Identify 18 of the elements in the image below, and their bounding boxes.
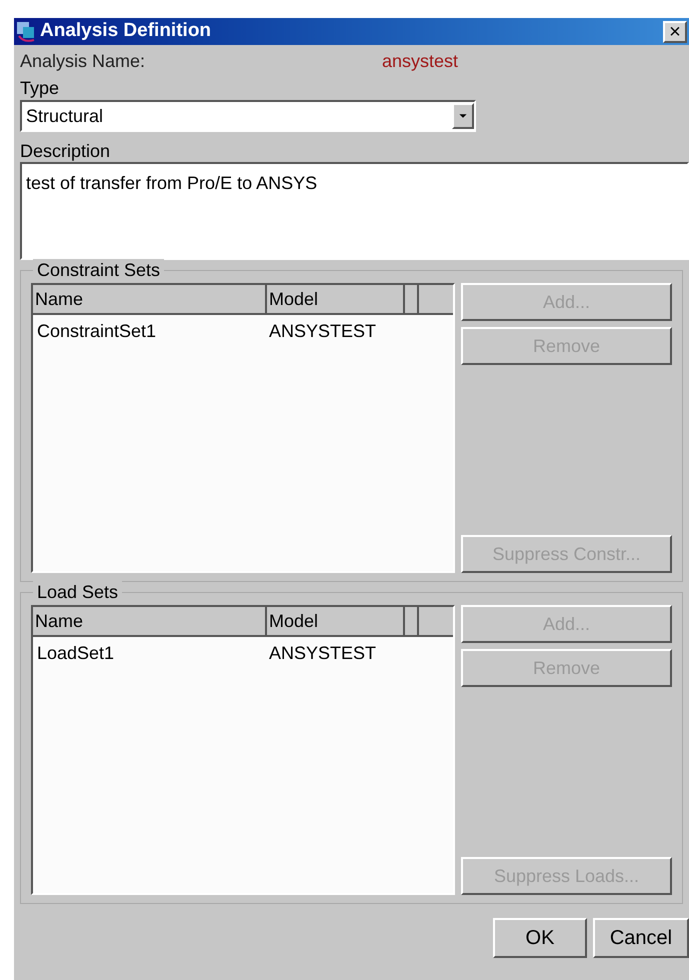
description-field[interactable]: test of transfer from Pro/E to ANSYS — [20, 162, 689, 260]
table-cell-text: ANSYSTEST — [268, 320, 378, 342]
close-button[interactable]: × — [663, 20, 687, 42]
analysis-name-value: ansystest — [382, 50, 458, 73]
type-dropdown[interactable]: Structural — [20, 100, 476, 132]
field-label: Analysis Name: — [20, 50, 146, 73]
field-label: Description — [19, 140, 112, 162]
table-cell-text: ANSYSTEST — [268, 642, 378, 664]
dialog-button[interactable]: OK — [493, 918, 587, 958]
window-title: Analysis Definition — [40, 19, 212, 44]
column-header[interactable]: Name — [33, 607, 267, 635]
field-label: Type — [19, 77, 60, 99]
table-cell-text: ConstraintSet1 — [36, 320, 158, 342]
column-header[interactable]: Name — [33, 285, 267, 313]
dialog-button[interactable]: Cancel — [593, 918, 689, 958]
column-header[interactable]: Model — [267, 607, 405, 635]
table-cell-text: LoadSet1 — [36, 642, 116, 664]
column-header[interactable]: Model — [267, 285, 405, 313]
